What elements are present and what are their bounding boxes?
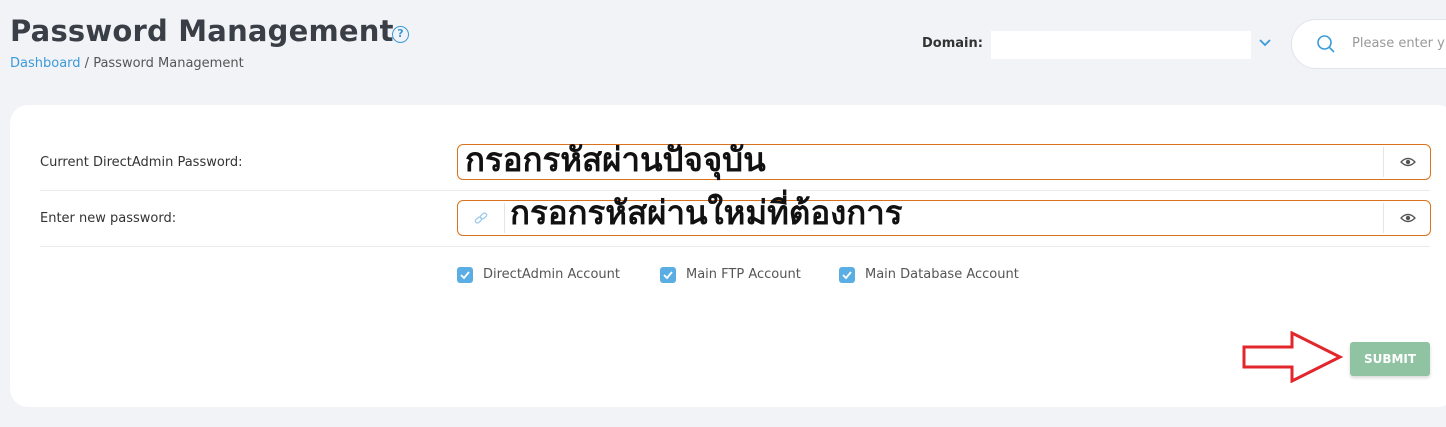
check-icon[interactable]	[839, 267, 855, 283]
check-icon[interactable]	[457, 267, 473, 283]
domain-label: Domain:	[922, 36, 983, 51]
field-separator	[1383, 147, 1384, 177]
chevron-down-icon[interactable]	[1257, 34, 1273, 50]
search-input[interactable]: Please enter y	[1352, 36, 1445, 51]
checkbox-label: Main Database Account	[865, 267, 1019, 282]
submit-button[interactable]: SUBMIT	[1350, 342, 1430, 376]
field-separator	[1383, 203, 1384, 233]
breadcrumb: Dashboard / Password Management	[10, 56, 244, 71]
checkbox-label: DirectAdmin Account	[483, 267, 620, 282]
row-divider	[40, 246, 1430, 247]
annotation-new-password: กรอกรหัสผ่านใหม่ที่ต้องการ	[510, 193, 903, 232]
eye-icon[interactable]	[1400, 155, 1416, 169]
breadcrumb-current: Password Management	[93, 56, 244, 71]
help-icon[interactable]: ?	[392, 26, 409, 43]
breadcrumb-dashboard-link[interactable]: Dashboard	[10, 56, 81, 71]
row-divider	[40, 190, 1430, 191]
search-box[interactable]: Please enter y	[1291, 19, 1446, 69]
generate-password-icon[interactable]	[472, 209, 490, 227]
new-password-label: Enter new password:	[40, 211, 177, 226]
check-icon[interactable]	[660, 267, 676, 283]
domain-select[interactable]	[991, 31, 1251, 59]
annotation-current-password: กรอกรหัสผ่านปัจจุบัน	[465, 140, 766, 179]
eye-icon[interactable]	[1400, 211, 1416, 225]
current-password-label: Current DirectAdmin Password:	[40, 155, 243, 170]
search-icon	[1317, 35, 1335, 53]
checkbox-label: Main FTP Account	[686, 267, 801, 282]
red-arrow-annotation	[1242, 331, 1344, 383]
field-separator	[504, 203, 505, 233]
breadcrumb-separator: /	[80, 56, 94, 71]
password-form-card: Current DirectAdmin Password: กรอกรหัสผ่…	[10, 105, 1446, 407]
page-title: Password Management	[10, 14, 394, 48]
